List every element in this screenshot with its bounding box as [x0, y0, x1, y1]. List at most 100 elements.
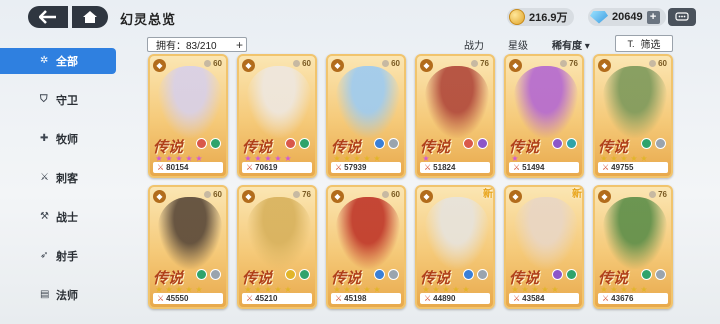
home-icon[interactable]	[72, 6, 108, 28]
power-value: ⚔ 43584	[509, 293, 579, 304]
element-icon	[463, 269, 474, 280]
sidebar-item-guardian[interactable]: ⛉ 守卫	[0, 80, 118, 119]
crossed-swords-icon: ⚔	[424, 163, 432, 172]
power-value: ⚔ 44890	[420, 293, 490, 304]
element-icon	[477, 269, 488, 280]
gem-amount: 20649	[612, 11, 643, 23]
hero-level: 60	[204, 59, 222, 68]
back-arrow-icon[interactable]	[28, 6, 68, 28]
hero-level: 60	[293, 59, 311, 68]
new-badge: 新	[572, 189, 582, 200]
hero-card[interactable]: ◆ 新传说 ★ ★ ★ ★ ★ ⚔ 44890	[415, 185, 495, 309]
hero-card[interactable]: ◆ 60 传说 ★ ★ ★ ★ ★ ⚔ 70619	[237, 54, 317, 178]
hero-portrait	[603, 197, 667, 269]
class-badge-icon: ◆	[242, 59, 255, 72]
sidebar-item-priest[interactable]: ✚ 牧师	[0, 119, 118, 158]
crossed-swords-icon: ⚔	[602, 294, 610, 303]
level-value: 60	[213, 190, 222, 199]
hero-card[interactable]: ◆ 60 传说 ★ ★ ★ ★ ★ ⚔ 49755	[593, 54, 673, 178]
class-badge-icon: ◆	[153, 190, 166, 203]
crossed-swords-icon: ⚔	[246, 163, 254, 172]
bow-icon: ➶	[40, 249, 49, 261]
expand-owned-button[interactable]: +	[236, 38, 243, 52]
sidebar-item-assassin[interactable]: ⚔ 刺客	[0, 158, 118, 197]
hero-card[interactable]: ◆ 60 传说 ★ ★ ★ ★ ★ ⚔ 80154	[148, 54, 228, 178]
sort-by-rarity[interactable]: 稀有度 ▾	[540, 37, 602, 52]
element-icon	[299, 269, 310, 280]
hero-card[interactable]: ◆ 76 传说 ★ ⚔ 51494	[504, 54, 584, 178]
crossed-swords-icon: ⚔	[424, 294, 432, 303]
level-icon	[560, 60, 568, 68]
hero-card[interactable]: ◆ 60 传说 ★ ★ ★ ★ ★ ⚔ 45198	[326, 185, 406, 309]
filter-button[interactable]: T. 筛选	[615, 35, 673, 52]
gem-counter: 20649 +	[588, 8, 666, 26]
crossed-swords-icon: ⚔	[335, 294, 343, 303]
hero-portrait	[425, 197, 489, 269]
hero-level: 76	[471, 59, 489, 68]
level-icon	[649, 60, 657, 68]
level-icon	[293, 191, 301, 199]
class-badge-icon: ◆	[509, 59, 522, 72]
book-icon: ▤	[40, 288, 50, 300]
level-icon	[204, 191, 212, 199]
class-badge-icon: ◆	[242, 190, 255, 203]
level-value: 76	[658, 190, 667, 199]
element-icon	[210, 269, 221, 280]
sidebar-item-all[interactable]: ✲ 全部	[0, 48, 116, 74]
power-value: ⚔ 80154	[153, 162, 223, 173]
sidebar-item-warrior[interactable]: ⚒ 战士	[0, 197, 118, 236]
element-icon	[477, 138, 488, 149]
level-value: 76	[302, 190, 311, 199]
gold-counter: 216.9万	[507, 8, 574, 26]
owned-count[interactable]: 拥有：83/210 +	[147, 37, 247, 52]
level-icon	[471, 60, 479, 68]
hero-card[interactable]: ◆ 76 传说 ★ ★ ★ ★ ★ ⚔ 45210	[237, 185, 317, 309]
hero-level: 60	[649, 59, 667, 68]
sort-by-power[interactable]: 战力	[452, 37, 496, 52]
hero-portrait	[247, 66, 311, 138]
element-icon	[285, 138, 296, 149]
element-icon	[463, 138, 474, 149]
add-gems-button[interactable]: +	[646, 10, 660, 24]
element-icon	[641, 138, 652, 149]
hero-level: 76	[560, 59, 578, 68]
power-number: 44890	[433, 294, 456, 303]
power-number: 80154	[166, 163, 189, 172]
sidebar-item-archer[interactable]: ➶ 射手	[0, 236, 118, 275]
sort-by-star[interactable]: 星级	[496, 37, 540, 52]
level-value: 60	[391, 59, 400, 68]
gold-amount: 216.9万	[529, 12, 568, 24]
hero-card[interactable]: ◆ 76 传说 ★ ★ ★ ★ ★ ⚔ 43676	[593, 185, 673, 309]
hero-card[interactable]: ◆ 60 传说 ★ ★ ★ ★ ★ ⚔ 45550	[148, 185, 228, 309]
hero-card[interactable]: ◆ 76 传说 ★ ⚔ 51824	[415, 54, 495, 178]
class-badge-icon: ◆	[420, 59, 433, 72]
hero-portrait	[336, 66, 400, 138]
class-sidebar: ✲ 全部 ⛉ 守卫 ✚ 牧师 ⚔ 刺客 ⚒ 战士 ➶ 射手 ▤ 法师	[0, 44, 118, 314]
element-icon	[641, 269, 652, 280]
power-value: ⚔ 51494	[509, 162, 579, 173]
level-value: 60	[391, 190, 400, 199]
element-icon	[552, 138, 563, 149]
hero-card[interactable]: ◆ 60 传说 ★ ★ ★ ★ ★ ⚔ 57939	[326, 54, 406, 178]
class-badge-icon: ◆	[420, 190, 433, 203]
star-icon: ✲	[40, 55, 49, 66]
power-value: ⚔ 45210	[242, 293, 312, 304]
top-bar: 幻灵总览 216.9万 20649 +	[0, 0, 720, 34]
hero-portrait	[514, 197, 578, 269]
element-icon	[210, 138, 221, 149]
crossed-swords-icon: ⚔	[335, 163, 343, 172]
owned-count-label: 拥有：83/210	[156, 41, 217, 52]
chat-icon[interactable]	[668, 8, 696, 26]
element-icon	[299, 138, 310, 149]
hero-portrait	[603, 66, 667, 138]
power-number: 45210	[255, 294, 278, 303]
hero-portrait	[158, 66, 222, 138]
element-icon	[552, 269, 563, 280]
hero-portrait	[336, 197, 400, 269]
sidebar-item-mage[interactable]: ▤ 法师	[0, 275, 118, 314]
power-value: ⚔ 57939	[331, 162, 401, 173]
power-number: 57939	[344, 163, 367, 172]
class-badge-icon: ◆	[598, 190, 611, 203]
hero-level: 60	[382, 59, 400, 68]
hero-card[interactable]: ◆ 新传说 ★ ★ ★ ★ ★ ⚔ 43584	[504, 185, 584, 309]
